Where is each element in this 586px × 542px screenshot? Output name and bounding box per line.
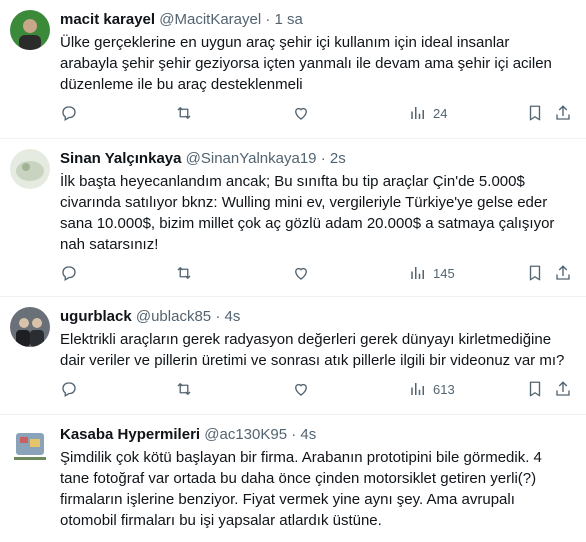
tweet[interactable]: ugurblack @ublack85 · 4s Elektrikli araç… — [0, 297, 586, 415]
avatar[interactable] — [10, 425, 50, 465]
separator-dot: · — [320, 150, 326, 167]
share-button[interactable] — [554, 263, 572, 283]
reply-icon — [62, 266, 76, 281]
bookmark-button[interactable] — [526, 103, 544, 123]
separator-dot: · — [215, 308, 221, 325]
author-handle[interactable]: @ublack85 — [136, 308, 211, 325]
like-button[interactable] — [292, 379, 310, 399]
author-name[interactable]: Sinan Yalçınkaya — [60, 150, 181, 167]
like-button[interactable] — [292, 263, 310, 283]
separator-dot: · — [265, 11, 271, 28]
bookmark-icon — [529, 381, 541, 397]
like-icon — [295, 107, 307, 120]
tweet[interactable]: Sinan Yalçınkaya @SinanYalnkaya19 · 2s İ… — [0, 139, 586, 297]
share-button[interactable] — [554, 103, 572, 123]
timestamp[interactable]: 2s — [330, 150, 346, 167]
reply-button[interactable] — [60, 103, 78, 123]
reply-button[interactable] — [60, 379, 78, 399]
views-icon — [411, 267, 424, 279]
avatar[interactable] — [10, 10, 50, 50]
views-button[interactable]: 24 — [409, 103, 447, 123]
tweet-text: Ülke gerçeklerine en uygun araç şehir iç… — [60, 34, 552, 93]
reply-icon — [62, 382, 76, 397]
share-icon — [556, 105, 570, 120]
author-handle[interactable]: @ac130K95 — [204, 426, 287, 443]
bookmark-button[interactable] — [526, 379, 544, 399]
author-name[interactable]: Kasaba Hypermileri — [60, 426, 200, 443]
views-count: 613 — [433, 381, 455, 397]
author-name[interactable]: ugurblack — [60, 308, 132, 325]
separator-dot: · — [291, 426, 297, 443]
repost-icon — [177, 107, 191, 119]
like-icon — [295, 383, 307, 396]
timestamp[interactable]: 4s — [300, 426, 316, 443]
repost-button[interactable] — [175, 379, 193, 399]
author-name[interactable]: macit karayel — [60, 11, 155, 28]
repost-icon — [177, 383, 191, 395]
repost-icon — [177, 267, 191, 279]
avatar[interactable] — [10, 307, 50, 347]
like-button[interactable] — [292, 103, 310, 123]
tweet-text: Elektrikli araçların gerek radyasyon değ… — [60, 331, 565, 369]
repost-button[interactable] — [175, 103, 193, 123]
views-count: 145 — [433, 265, 455, 281]
author-handle[interactable]: @SinanYalnkaya19 — [186, 150, 317, 167]
views-icon — [411, 107, 424, 119]
views-button[interactable]: 145 — [409, 263, 455, 283]
avatar[interactable] — [10, 149, 50, 189]
tweet-text: İlk başta heyecanlandım ancak; Bu sınıft… — [60, 173, 555, 253]
bookmark-button[interactable] — [526, 263, 544, 283]
action-bar: 24 — [60, 95, 570, 133]
like-icon — [295, 267, 307, 280]
author-handle[interactable]: @MacitKarayel — [159, 11, 261, 28]
views-icon — [411, 383, 424, 395]
reply-button[interactable] — [60, 263, 78, 283]
share-button[interactable] — [554, 379, 572, 399]
views-count: 24 — [433, 105, 448, 121]
timestamp[interactable]: 1 sa — [275, 11, 303, 28]
bookmark-icon — [529, 105, 541, 121]
tweet[interactable]: macit karayel @MacitKarayel · 1 sa Ülke … — [0, 0, 586, 139]
repost-button[interactable] — [175, 263, 193, 283]
views-button[interactable]: 613 — [409, 379, 455, 399]
reply-icon — [62, 106, 76, 121]
action-bar: 613 — [60, 371, 570, 409]
bookmark-icon — [529, 265, 541, 281]
share-icon — [556, 381, 570, 396]
timestamp[interactable]: 4s — [224, 308, 240, 325]
action-bar: 145 — [60, 255, 570, 293]
share-icon — [556, 265, 570, 280]
tweet[interactable]: Kasaba Hypermileri @ac130K95 · 4s Şimdil… — [0, 415, 586, 542]
tweet-text: Şimdilik çok kötü başlayan bir firma. Ar… — [60, 449, 542, 529]
